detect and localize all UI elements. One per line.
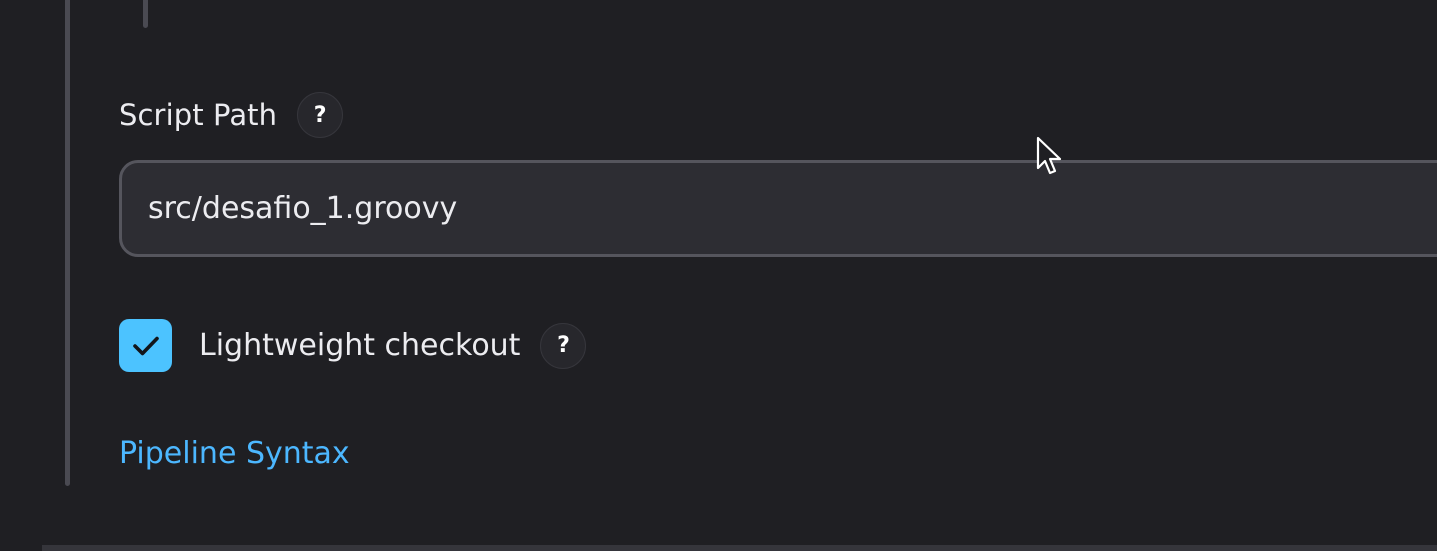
- mouse-pointer-icon: [1036, 136, 1062, 175]
- lightweight-checkout-label[interactable]: Lightweight checkout: [199, 328, 520, 363]
- script-path-label-row: Script Path ?: [119, 92, 344, 138]
- pipeline-config-section: Script Path ? Lightweight checkout ? Pip…: [0, 0, 1437, 551]
- lightweight-checkout-checkbox[interactable]: [119, 319, 172, 372]
- help-icon: ?: [313, 102, 327, 128]
- section-rail: [65, 0, 70, 486]
- nested-section-rail: [143, 0, 148, 28]
- help-icon: ?: [557, 333, 570, 358]
- script-path-help-button[interactable]: ?: [297, 92, 344, 138]
- lightweight-checkout-help-button[interactable]: ?: [540, 322, 587, 369]
- pipeline-syntax-link[interactable]: Pipeline Syntax: [119, 436, 350, 471]
- bottom-divider: [42, 545, 1437, 551]
- check-icon: [132, 336, 159, 355]
- lightweight-checkout-row: Lightweight checkout ?: [119, 319, 587, 372]
- script-path-input[interactable]: [119, 160, 1437, 257]
- script-path-label: Script Path: [119, 98, 278, 132]
